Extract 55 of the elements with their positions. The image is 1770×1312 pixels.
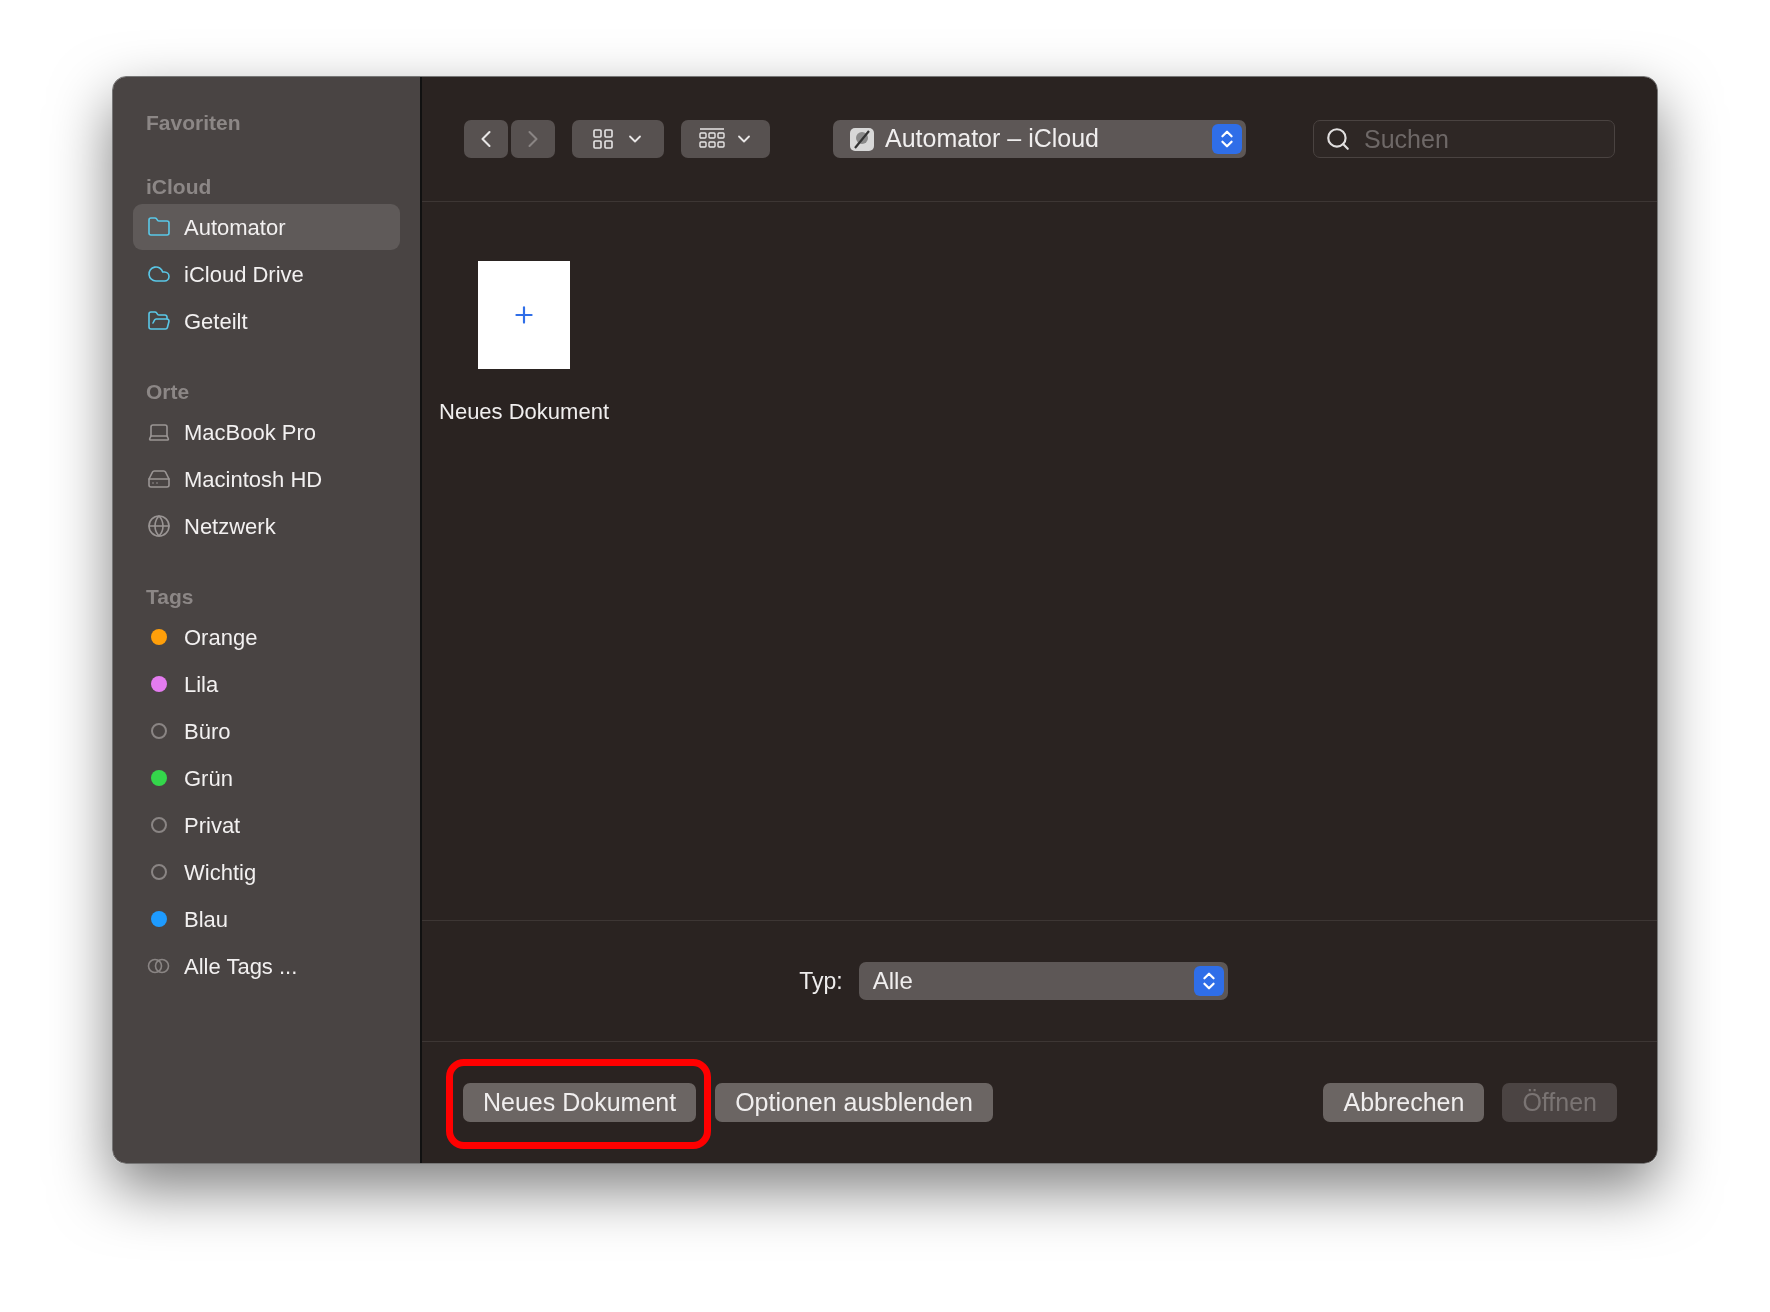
sidebar-item[interactable]: Automator [133,204,400,250]
back-button[interactable] [464,120,508,158]
sidebar-label: Grün [184,764,233,793]
sidebar-label: Automator [184,213,286,242]
folder-icon [146,215,172,239]
sidebar-item[interactable]: Netzwerk [133,503,400,549]
dialog-button[interactable]: Abbrechen [1323,1083,1485,1122]
sidebar-label: Privat [184,811,241,840]
sidebar-label: Geteilt [184,307,248,336]
stepper-icon [1193,966,1224,996]
sidebar-label: Netzwerk [184,512,276,541]
type-select[interactable]: Alle [858,962,1228,1000]
sidebar-item[interactable]: Macintosh HD [133,456,400,502]
dialog-button[interactable]: Optionen ausblenden [715,1083,993,1122]
sidebar-heading: Orte [145,379,191,405]
sidebar-item[interactable]: iCloud Drive [133,251,400,297]
sidebar-label: MacBook Pro [184,418,317,447]
grid-icon [591,127,615,151]
shared-folder-icon [146,309,172,333]
sidebar-label: iCloud Drive [184,260,304,289]
sidebar-item[interactable]: Privat [133,802,400,848]
new-document-thumbnail[interactable] [478,261,570,369]
app-icon [848,125,876,153]
sidebar-item[interactable]: Lila [133,661,400,707]
sidebar-label: Lila [184,670,219,699]
sidebar-label: Büro [184,717,231,746]
type-label: Typ: [799,966,843,996]
sidebar-item[interactable]: Orange [133,614,400,660]
overlapping-circles-icon [147,958,171,974]
globe-icon [146,514,172,538]
stepper-icon [1212,124,1242,154]
sidebar-label: Orange [184,623,258,652]
sidebar-heading: iCloud [145,174,213,200]
group-button[interactable] [681,120,770,158]
sidebar-item[interactable]: Blau [133,896,400,942]
sidebar-item[interactable]: Alle Tags ... [133,943,400,989]
view-mode-button[interactable] [572,120,664,158]
sidebar-item[interactable]: Wichtig [133,849,400,895]
sidebar-label: Alle Tags ... [184,952,298,981]
sidebar-label: Blau [184,905,229,934]
drive-icon [146,467,172,491]
sidebar-label: Macintosh HD [184,465,323,494]
file-name[interactable]: Neues Dokument [439,395,609,428]
search-icon [1325,126,1351,152]
sidebar-item[interactable]: Grün [133,755,400,801]
sidebar-heading: Favoriten [145,110,242,136]
grouped-grid-icon [697,127,726,151]
sidebar-item[interactable]: Büro [133,708,400,754]
location-popup[interactable]: Automator – iCloud [833,120,1246,158]
sidebar-item[interactable]: Geteilt [133,298,400,344]
sidebar-item[interactable]: MacBook Pro [133,409,400,455]
dialog-button[interactable]: Neues Dokument [463,1083,697,1122]
search-field[interactable]: Suchen [1313,120,1615,158]
sidebar-heading: Tags [145,584,195,610]
sidebar-label: Wichtig [184,858,257,887]
